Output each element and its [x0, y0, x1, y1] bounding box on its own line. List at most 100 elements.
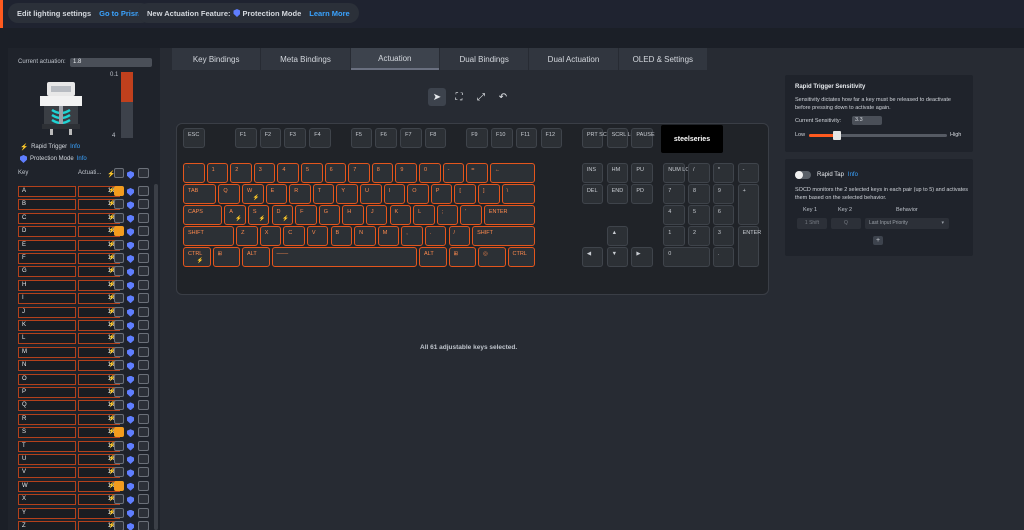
add-pair-button[interactable]: +	[873, 236, 883, 245]
protection-checkbox[interactable]	[138, 360, 149, 371]
rapid-trigger-checkbox[interactable]	[114, 239, 124, 250]
protection-checkbox[interactable]	[138, 239, 149, 250]
key-h[interactable]: H	[342, 204, 364, 225]
key--[interactable]: ]	[478, 183, 500, 204]
key--[interactable]: [	[454, 183, 476, 204]
key-d[interactable]: D ⚡	[271, 204, 294, 225]
go-to-prism-link[interactable]: Go to Prism	[99, 9, 142, 18]
rapid-trigger-info-link[interactable]: Info	[70, 144, 80, 150]
key-p[interactable]: P	[430, 183, 453, 204]
protection-checkbox[interactable]	[138, 320, 149, 330]
key-2[interactable]: 2	[688, 225, 710, 246]
protection-checkbox[interactable]	[138, 440, 149, 451]
key-scrl-lock[interactable]: SCRL LOCK	[606, 128, 643, 148]
key-row[interactable]: V 1.8 ⚡	[18, 467, 152, 479]
key--[interactable]: -	[737, 162, 760, 183]
rapid-trigger-checkbox[interactable]	[114, 521, 124, 530]
key1-field[interactable]: 1 Shift	[797, 218, 827, 229]
key-enter[interactable]: ENTER	[483, 204, 535, 225]
rapid-trigger-checkbox[interactable]	[114, 306, 124, 317]
key-row[interactable]: H 1.8 ⚡	[18, 279, 152, 291]
key-0[interactable]: 0	[663, 246, 710, 267]
key--[interactable]: ◎	[478, 246, 506, 267]
key--[interactable]: ▶	[631, 246, 653, 267]
key-row[interactable]: R 1.8 ⚡	[18, 413, 152, 425]
key-f7[interactable]: F7	[400, 128, 422, 148]
key--[interactable]: ⊞	[212, 246, 240, 267]
tab-dual-bindings[interactable]: Dual Bindings	[439, 48, 529, 70]
key-row[interactable]: A 1.8 ⚡	[18, 186, 152, 197]
rapid-trigger-checkbox[interactable]	[114, 494, 124, 505]
protection-checkbox[interactable]	[138, 212, 149, 223]
tab-actuation[interactable]: Actuation	[350, 48, 439, 70]
key-alt[interactable]: ALT	[419, 246, 447, 267]
key-f10[interactable]: F10	[490, 128, 513, 148]
key-alt[interactable]: ALT	[242, 246, 270, 267]
rapid-trigger-checkbox[interactable]	[114, 440, 124, 451]
protection-checkbox[interactable]	[138, 373, 149, 384]
key-w[interactable]: W ⚡	[242, 183, 264, 204]
rapid-trigger-checkbox[interactable]	[114, 293, 124, 304]
rapid-trigger-checkbox[interactable]	[114, 373, 124, 384]
key2-field[interactable]: Q	[831, 218, 861, 229]
key-a[interactable]: A ⚡	[224, 204, 246, 225]
key-row[interactable]: K 1.8 ⚡	[18, 320, 152, 331]
key--[interactable]: +	[737, 183, 760, 225]
key-f11[interactable]: F11	[515, 128, 538, 148]
key--[interactable]: '	[460, 204, 482, 225]
key-0[interactable]: 0	[419, 162, 441, 183]
rapid-trigger-checkbox[interactable]	[114, 387, 124, 397]
key-1[interactable]: 1	[206, 162, 229, 183]
tab-dual-actuation[interactable]: Dual Actuation	[529, 48, 618, 70]
tab-key-bindings[interactable]: Key Bindings	[172, 48, 261, 70]
key-row[interactable]: S 1.8 ⚡	[18, 427, 152, 439]
key-x[interactable]: X	[259, 225, 282, 246]
key-o[interactable]: O	[407, 183, 429, 204]
protection-checkbox[interactable]	[138, 293, 149, 304]
key-f2[interactable]: F2	[259, 128, 282, 148]
protection-checkbox[interactable]	[138, 387, 149, 397]
key-ctrl[interactable]: CTRL	[507, 246, 535, 267]
key-row[interactable]: Q 1.8 ⚡	[18, 400, 152, 412]
key-f9[interactable]: F9	[466, 128, 488, 148]
key-row[interactable]: P 1.8 ⚡	[18, 387, 152, 398]
key-ctrl[interactable]: CTRL ⚡	[183, 246, 211, 267]
rapid-trigger-checkbox[interactable]	[114, 480, 124, 491]
current-sensitivity-field[interactable]: 3.3	[852, 116, 882, 125]
key-ins[interactable]: INS	[581, 162, 604, 183]
key-l[interactable]: L	[413, 204, 435, 225]
select-box-icon[interactable]: ⛶	[450, 88, 468, 106]
rapid-trigger-checkbox[interactable]	[114, 467, 124, 478]
key-8[interactable]: 8	[688, 183, 710, 204]
key-5[interactable]: 5	[688, 204, 710, 225]
rapid-trigger-checkbox[interactable]	[114, 199, 124, 210]
key-row[interactable]: M 1.8 ⚡	[18, 346, 152, 358]
key-caps[interactable]: CAPS	[183, 204, 223, 225]
key-v[interactable]: V	[306, 225, 329, 246]
key-r[interactable]: R	[289, 183, 311, 204]
rapid-tap-toggle[interactable]	[795, 171, 811, 179]
key-f1[interactable]: F1	[234, 128, 257, 148]
rapid-trigger-checkbox[interactable]	[114, 454, 124, 464]
protection-checkbox[interactable]	[138, 346, 149, 357]
protection-checkbox[interactable]	[138, 480, 149, 491]
key-list-scrollbar[interactable]	[154, 184, 158, 530]
rapid-trigger-checkbox[interactable]	[114, 333, 124, 344]
undo-icon[interactable]: ↶	[494, 88, 512, 106]
rapid-trigger-checkbox[interactable]	[114, 320, 124, 330]
rapid-tap-info-link[interactable]: Info	[848, 172, 858, 178]
key-3[interactable]: 3	[253, 162, 276, 183]
key-enter[interactable]: ENTER	[737, 225, 761, 267]
rapid-trigger-checkbox[interactable]	[114, 400, 124, 411]
key-del[interactable]: DEL	[581, 183, 604, 204]
learn-more-link[interactable]: Learn More	[309, 9, 349, 18]
key--[interactable]: ▼	[606, 246, 629, 267]
key-2[interactable]: 2	[230, 162, 252, 183]
key-5[interactable]: 5	[301, 162, 323, 183]
protection-checkbox[interactable]	[138, 199, 149, 210]
key-row[interactable]: Y 1.8 ⚡	[18, 507, 152, 519]
key-m[interactable]: M	[377, 225, 400, 246]
key-q[interactable]: Q	[218, 183, 240, 204]
protection-checkbox[interactable]	[138, 226, 149, 237]
behavior-select[interactable]: Last Input Priority ▾	[865, 218, 949, 229]
